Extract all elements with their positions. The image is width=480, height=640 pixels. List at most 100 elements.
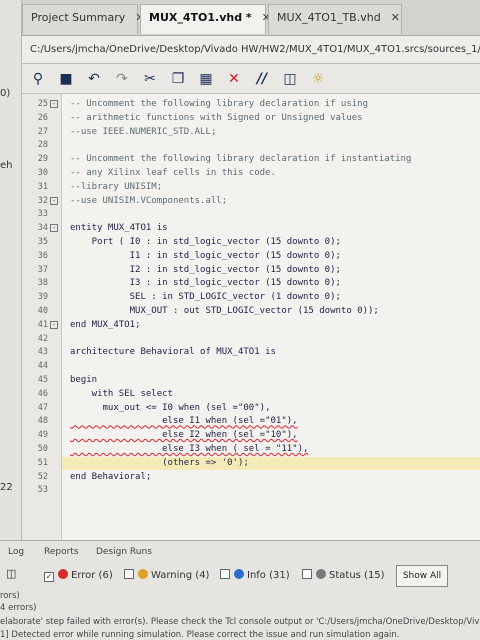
code-line[interactable]: 50 else I3 when ( sel = "11"), <box>38 443 480 456</box>
code-line[interactable]: 49 else I2 when (sel ="10"), <box>38 429 480 442</box>
editor-tab-bar: Project Summary✕ MUX_4TO1.vhd *✕ MUX_4TO… <box>22 0 480 36</box>
code-line[interactable]: 51 (others => '0'); <box>38 456 480 470</box>
comment-icon[interactable]: // <box>252 69 272 89</box>
columns-icon[interactable]: ◫ <box>280 69 300 89</box>
code-text: MUX_OUT : out STD_LOGIC_vector (15 downt… <box>70 306 379 316</box>
file-path-bar: C:/Users/jmcha/OneDrive/Desktop/Vivado H… <box>22 36 480 64</box>
code-line[interactable]: 25- -- Uncomment the following library de… <box>38 98 480 111</box>
line-number: 50 <box>37 444 48 454</box>
code-line[interactable]: 26 -- arithmetic functions with Signed or… <box>38 112 480 125</box>
line-number: 33 <box>37 209 48 220</box>
code-line[interactable]: 44 <box>38 360 480 373</box>
copy-icon[interactable]: ❐ <box>168 69 188 89</box>
message-line[interactable]: 1] Detected error while running simulati… <box>0 630 399 640</box>
code-text: begin <box>70 375 98 385</box>
code-text: end MUX_4TO1; <box>70 319 141 330</box>
show-all-button[interactable]: Show All <box>396 565 448 587</box>
filter-error[interactable]: ✓ Error (6) <box>44 569 113 589</box>
code-line[interactable]: 53 <box>38 484 480 497</box>
code-editor[interactable]: 25- -- Uncomment the following library de… <box>22 94 480 540</box>
code-text: I2 : in std_logic_vector (15 downto 0); <box>70 264 341 275</box>
paste-icon[interactable]: ▦ <box>196 69 216 89</box>
code-text: architecture Behavioral of MUX_4TO1 is <box>70 347 276 358</box>
code-line[interactable]: 34- entity MUX_4TO1 is <box>38 222 480 235</box>
bottom-tabs: Log Reports Design Runs <box>0 541 480 563</box>
code-line[interactable]: 52 end Behavioral; <box>38 471 480 484</box>
left-fragment: 22 <box>0 482 13 493</box>
code-text: I3 : in std_logic_vector (15 downto 0); <box>70 278 341 289</box>
code-line[interactable]: 29 -- Uncomment the following library dec… <box>38 153 480 166</box>
search-icon[interactable]: ⚲ <box>28 69 48 89</box>
tab-mux-4to1-tb[interactable]: MUX_4TO1_TB.vhd ✕ <box>268 4 402 34</box>
tab-mux-4to1[interactable]: MUX_4TO1.vhd * ✕ <box>140 4 271 34</box>
error-icon <box>58 569 68 579</box>
code-text: --library UNISIM; <box>70 181 163 192</box>
code-line[interactable]: 35 Port ( I0 : in std_logic_vector (15 d… <box>38 236 480 249</box>
cut-icon[interactable]: ✂ <box>140 69 160 89</box>
code-line[interactable]: 31 --library UNISIM; <box>38 181 480 194</box>
tab-reports[interactable]: Reports <box>44 547 79 557</box>
code-line[interactable]: 28 <box>38 139 480 152</box>
tab-project-summary[interactable]: Project Summary✕ <box>22 4 145 34</box>
trash-icon[interactable]: ◫ <box>6 567 16 580</box>
code-line[interactable]: 39 SEL : in STD_LOGIC_vector (1 downto 0… <box>38 291 480 304</box>
code-line[interactable]: 41- end MUX_4TO1; <box>38 319 480 332</box>
code-line[interactable]: 46 with SEL select <box>38 388 480 401</box>
code-text: -- Uncomment the following library decla… <box>70 99 369 109</box>
fold-icon[interactable]: - <box>50 224 58 233</box>
code-line[interactable]: 43 architecture Behavioral of MUX_4TO1 is <box>38 346 480 359</box>
checkbox-icon[interactable] <box>124 569 134 579</box>
code-line[interactable]: 45 begin <box>38 374 480 387</box>
checkbox-icon[interactable] <box>302 569 312 579</box>
checkbox-icon[interactable] <box>220 569 230 579</box>
status-icon <box>316 569 326 579</box>
messages-panel: Log Reports Design Runs ◫ ✓ Error (6) War… <box>0 540 480 640</box>
code-line[interactable]: 42 <box>38 333 480 346</box>
line-number: 26 <box>37 112 48 123</box>
close-icon[interactable]: ✕ <box>391 11 400 24</box>
line-number: 31 <box>37 181 48 192</box>
tab-label: MUX_4TO1.vhd * <box>149 11 252 24</box>
code-line[interactable]: 36 I1 : in std_logic_vector (15 downto 0… <box>38 250 480 263</box>
bulb-icon[interactable]: ☼ <box>308 69 328 89</box>
filter-info[interactable]: Info (31) <box>220 569 290 589</box>
code-text: else I1 when (sel ="01"), <box>70 416 298 427</box>
save-icon[interactable]: ■ <box>56 69 76 89</box>
fold-icon[interactable]: - <box>50 320 58 329</box>
line-number: 41 <box>37 319 48 330</box>
code-line[interactable]: 47 mux_out <= I0 when (sel ="00"), <box>38 402 480 415</box>
left-fragment: 0) <box>0 88 11 99</box>
undo-icon[interactable]: ↶ <box>84 69 104 89</box>
delete-icon[interactable]: ✕ <box>224 69 244 89</box>
code-line[interactable]: 37 I2 : in std_logic_vector (15 downto 0… <box>38 264 480 277</box>
code-line[interactable]: 30 -- any Xilinx leaf cells in this code. <box>38 167 480 180</box>
fold-icon[interactable]: - <box>50 196 58 205</box>
checkbox-icon[interactable]: ✓ <box>44 572 54 582</box>
code-area[interactable]: 25- -- Uncomment the following library de… <box>38 94 480 540</box>
code-line[interactable]: 40 MUX_OUT : out STD_LOGIC_vector (15 do… <box>38 305 480 318</box>
line-number: 34 <box>37 223 48 234</box>
warning-icon <box>138 569 148 579</box>
tab-label: MUX_4TO1_TB.vhd <box>277 11 381 24</box>
line-number: 44 <box>37 361 48 372</box>
code-line[interactable]: 32- --use UNISIM.VComponents.all; <box>38 195 480 208</box>
code-text: with SEL select <box>70 388 173 399</box>
line-number: 52 <box>37 471 48 482</box>
redo-icon[interactable]: ↷ <box>112 69 132 89</box>
line-number: 49 <box>37 430 48 441</box>
code-line[interactable]: 33 <box>38 208 480 221</box>
tab-log[interactable]: Log <box>8 547 24 557</box>
info-icon <box>234 569 244 579</box>
fold-icon[interactable]: - <box>50 100 58 108</box>
code-text: --use IEEE.NUMERIC_STD.ALL; <box>70 126 217 137</box>
tab-design-runs[interactable]: Design Runs <box>96 547 152 557</box>
line-number: 27 <box>37 126 48 137</box>
message-line[interactable]: elaborate' step failed with error(s). Pl… <box>0 617 480 627</box>
code-line[interactable]: 27 --use IEEE.NUMERIC_STD.ALL; <box>38 126 480 139</box>
line-number: 51 <box>37 457 48 468</box>
filter-status[interactable]: Status (15) <box>302 569 385 589</box>
code-line[interactable]: 38 I3 : in std_logic_vector (15 downto 0… <box>38 277 480 290</box>
filter-warning[interactable]: Warning (4) <box>124 569 209 589</box>
line-number: 45 <box>37 375 48 385</box>
code-line[interactable]: 48 else I1 when (sel ="01"), <box>38 415 480 428</box>
